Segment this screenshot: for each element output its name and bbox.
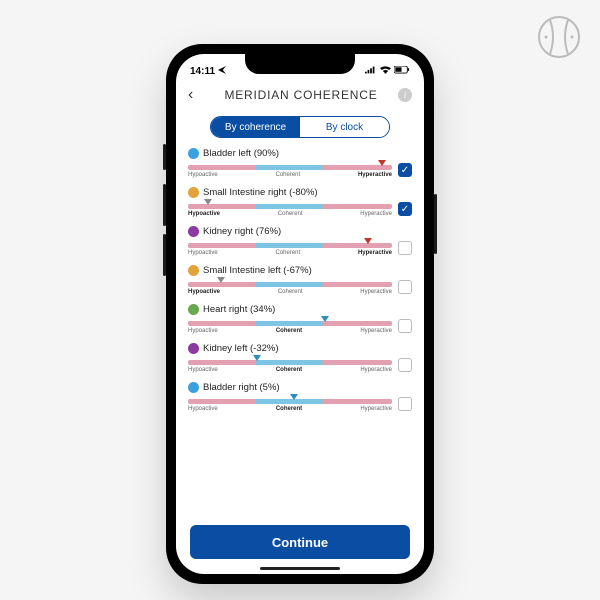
home-indicator[interactable] [260,567,340,570]
gauge-marker-icon [378,160,386,166]
organ-icon [188,382,199,393]
gauge-marker-icon [364,238,372,244]
location-icon [218,66,226,77]
meridian-row: Small Intestine right (-80%) Hypoactive … [188,187,412,217]
coherence-gauge [188,165,392,170]
battery-icon [394,66,410,77]
select-checkbox[interactable] [398,241,412,255]
tab-by-clock[interactable]: By clock [300,117,389,137]
meridian-name: Bladder left (90%) [203,148,279,159]
meridian-name: Kidney left (-32%) [203,343,279,354]
coherence-gauge [188,243,392,248]
gauge-labels: Hypoactive Coherent Hyperactive [188,328,392,334]
wifi-icon [380,66,391,77]
organ-icon [188,187,199,198]
meridian-row: Heart right (34%) Hypoactive Coherent Hy… [188,304,412,334]
gauge-labels: Hypoactive Coherent Hyperactive [188,211,392,217]
select-checkbox[interactable] [398,280,412,294]
meridian-row: Small Intestine left (-67%) Hypoactive C… [188,265,412,295]
phone-frame: 14:11 ‹ MERIDIAN COHERENCE i [166,44,434,584]
info-button[interactable]: i [398,88,412,102]
brand-logo-icon [536,14,582,60]
select-checkbox[interactable]: ✓ [398,202,412,216]
gauge-labels: Hypoactive Coherent Hyperactive [188,289,392,295]
gauge-labels: Hypoactive Coherent Hyperactive [188,406,392,412]
organ-icon [188,304,199,315]
continue-button[interactable]: Continue [190,525,410,559]
meridian-name: Kidney right (76%) [203,226,281,237]
coherence-gauge [188,321,392,326]
organ-icon [188,148,199,159]
gauge-labels: Hypoactive Coherent Hyperactive [188,250,392,256]
coherence-gauge [188,360,392,365]
gauge-marker-icon [290,394,298,400]
select-checkbox[interactable] [398,319,412,333]
organ-icon [188,226,199,237]
meridian-row: Bladder right (5%) Hypoactive Coherent H… [188,382,412,412]
status-time: 14:11 [190,66,215,77]
gauge-marker-icon [217,277,225,283]
gauge-labels: Hypoactive Coherent Hyperactive [188,367,392,373]
organ-icon [188,343,199,354]
gauge-marker-icon [321,316,329,322]
meridian-name: Small Intestine right (-80%) [203,187,318,198]
back-button[interactable]: ‹ [188,86,204,104]
meridian-row: Bladder left (90%) Hypoactive Coherent H… [188,148,412,178]
meridian-list: Bladder left (90%) Hypoactive Coherent H… [176,148,424,519]
select-checkbox[interactable] [398,358,412,372]
page-title: MERIDIAN COHERENCE [224,88,377,102]
coherence-gauge [188,282,392,287]
select-checkbox[interactable] [398,397,412,411]
meridian-name: Heart right (34%) [203,304,275,315]
notch [245,54,355,74]
meridian-row: Kidney left (-32%) Hypoactive Coherent H… [188,343,412,373]
signal-icon [365,66,377,77]
coherence-gauge [188,399,392,404]
select-checkbox[interactable]: ✓ [398,163,412,177]
meridian-name: Bladder right (5%) [203,382,280,393]
nav-bar: ‹ MERIDIAN COHERENCE i [176,82,424,110]
gauge-marker-icon [204,199,212,205]
gauge-marker-icon [253,355,261,361]
organ-icon [188,265,199,276]
coherence-gauge [188,204,392,209]
meridian-row: Kidney right (76%) Hypoactive Coherent H… [188,226,412,256]
meridian-name: Small Intestine left (-67%) [203,265,312,276]
view-toggle: By coherence By clock [210,116,390,138]
gauge-labels: Hypoactive Coherent Hyperactive [188,172,392,178]
tab-by-coherence[interactable]: By coherence [211,117,300,137]
